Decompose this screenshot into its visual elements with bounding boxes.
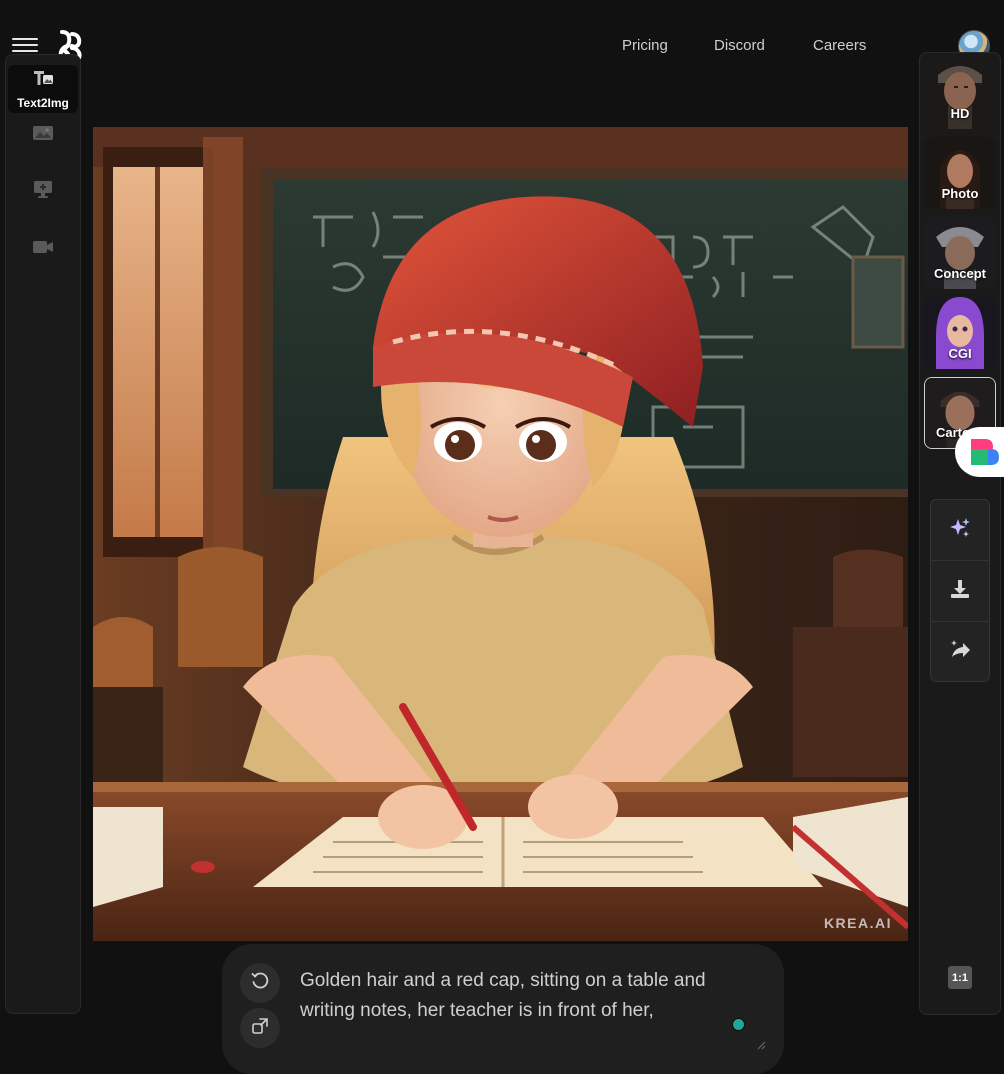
aspect-ratio-button[interactable]: 1:1	[948, 966, 972, 989]
style-label: Photo	[941, 186, 979, 201]
sidebar-item-text2img[interactable]: Text2Img	[8, 65, 78, 113]
undo-icon	[250, 971, 270, 996]
nav-careers-link[interactable]: Careers	[813, 37, 866, 54]
resize-handle-icon[interactable]	[756, 1037, 766, 1050]
tool-sidebar: Text2Img	[5, 54, 81, 1014]
style-card-hd[interactable]: HD	[924, 57, 996, 129]
floating-app-button[interactable]	[955, 427, 1004, 477]
download-icon	[949, 578, 971, 605]
share-variation-button[interactable]	[931, 621, 989, 681]
generated-image[interactable]: KREA.AI	[93, 127, 908, 941]
style-label: CGI	[948, 346, 972, 361]
video-camera-icon	[32, 239, 54, 260]
image-actions-panel	[930, 499, 990, 682]
text-to-image-icon	[32, 68, 54, 93]
nav-discord-link[interactable]: Discord	[714, 37, 765, 54]
status-indicator	[732, 1018, 745, 1031]
random-prompt-button[interactable]	[240, 1008, 280, 1048]
image-icon	[32, 124, 54, 147]
style-card-photo[interactable]: Photo	[924, 137, 996, 209]
download-button[interactable]	[931, 560, 989, 622]
watermark: KREA.AI	[823, 915, 892, 931]
floating-app-logo-icon	[971, 439, 999, 465]
magic-share-icon	[948, 637, 972, 666]
reset-button[interactable]	[240, 963, 280, 1003]
style-label: Concept	[934, 266, 986, 281]
prompt-input[interactable]: Golden hair and a red cap, sitting on a …	[300, 966, 760, 1026]
style-card-concept[interactable]: Concept	[924, 217, 996, 289]
nav-pricing-link[interactable]: Pricing	[622, 37, 668, 54]
enhance-button[interactable]	[931, 500, 989, 560]
shuffle-icon	[250, 1016, 270, 1041]
sidebar-item-label: Text2Img	[17, 96, 69, 110]
sidebar-item-image[interactable]	[8, 111, 78, 159]
upscale-icon	[32, 179, 54, 204]
prompt-bar: Golden hair and a red cap, sitting on a …	[222, 944, 784, 1074]
sparkles-icon	[948, 516, 972, 545]
style-label: HD	[950, 106, 970, 121]
style-card-cgi[interactable]: CGI	[924, 297, 996, 369]
sidebar-item-upscale[interactable]	[8, 167, 78, 215]
sidebar-item-video[interactable]	[8, 225, 78, 273]
